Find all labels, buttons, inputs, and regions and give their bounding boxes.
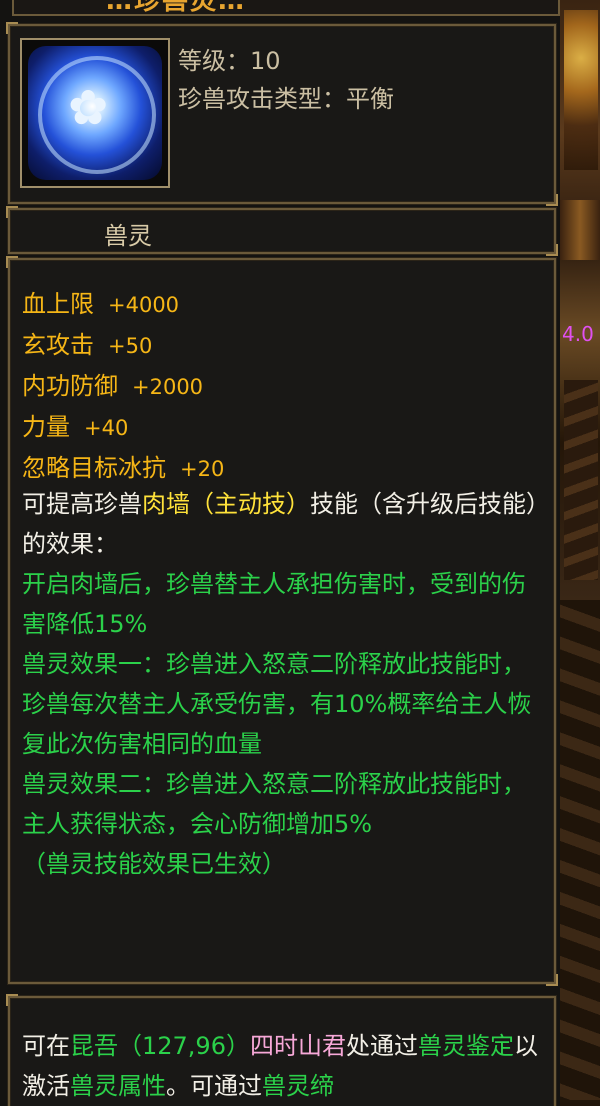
stat-row: 血上限 +4000	[22, 284, 224, 325]
more-link[interactable]: 兽灵缔	[262, 1072, 334, 1100]
stat-list: 血上限 +4000 玄攻击 +50 内功防御 +2000 力量 +40 忽略目标冰抗 +2…	[22, 284, 224, 489]
side-number: 4.0	[562, 322, 594, 346]
activation-text: 可在昆吾（127,96）四时山君处通过兽灵鉴定以激活兽灵属性。可通过兽灵缔	[22, 1026, 550, 1106]
stat-row: 忽略目标冰抗 +20	[22, 448, 224, 489]
effect-one: 兽灵效果一：珍兽进入怒意二阶释放此技能时，珍兽每次替主人承受伤害，有10%概率给…	[22, 650, 532, 758]
hint-text: 处通过	[345, 1032, 418, 1060]
skill-intro-pre: 可提高珍兽	[22, 490, 142, 518]
stat-label: 力量	[22, 413, 70, 441]
level-label: 等级：10	[178, 47, 281, 75]
item-description: 血上限 +4000 玄攻击 +50 内功防御 +2000 力量 +40 忽略目标冰抗 +2…	[6, 256, 558, 986]
hint-text: 。可通过	[166, 1072, 262, 1100]
npc-link[interactable]: 四时山君	[250, 1032, 346, 1060]
stat-label: 血上限	[22, 290, 94, 318]
tooltip-title-strip: …珍兽灵…	[12, 0, 560, 16]
stat-row: 玄攻击 +50	[22, 325, 224, 366]
item-name: 兽灵	[104, 222, 152, 250]
tooltip-screen: 4.0 …珍兽灵… ✿ 等级：10 珍兽攻击类型：平衡 兽灵 血上限 +4000	[0, 0, 600, 1106]
stat-label: 玄攻击	[22, 331, 94, 359]
skill-description: 可提高珍兽肉墙（主动技）技能（含升级后技能）的效果： 开启肉墙后，珍兽替主人承担…	[22, 484, 546, 884]
attribute-link[interactable]: 兽灵属性	[70, 1072, 166, 1100]
item-tooltip-panel: …珍兽灵… ✿ 等级：10 珍兽攻击类型：平衡 兽灵 血上限 +4000 玄攻击 +…	[0, 0, 560, 1106]
background-scenery	[560, 0, 600, 1106]
action-link[interactable]: 兽灵鉴定	[418, 1032, 514, 1060]
item-icon-slot[interactable]: ✿	[20, 38, 170, 188]
item-header: ✿ 等级：10 珍兽攻击类型：平衡	[6, 22, 558, 206]
scenery-floor	[560, 600, 600, 1100]
stat-value: +50	[108, 334, 153, 358]
stat-label: 忽略目标冰抗	[22, 454, 166, 482]
flower-glyph: ✿	[68, 80, 109, 136]
skill-intro: 可提高珍兽肉墙（主动技）技能（含升级后技能）的效果：	[22, 484, 546, 564]
stat-row: 力量 +40	[22, 407, 224, 448]
stat-value: +40	[84, 416, 129, 440]
location-link[interactable]: 昆吾（127,96）	[70, 1032, 250, 1060]
stat-value: +2000	[132, 375, 204, 399]
stat-value: +20	[180, 457, 225, 481]
attack-type-label: 珍兽攻击类型：平衡	[178, 85, 394, 113]
blue-flower-orb-icon: ✿	[28, 46, 162, 180]
item-meta: 等级：10 珍兽攻击类型：平衡	[178, 42, 394, 118]
effect-base: 开启肉墙后，珍兽替主人承担伤害时，受到的伤害降低15%	[22, 570, 526, 638]
skill-name: 肉墙（主动技）	[142, 490, 310, 518]
hint-text: 可在	[22, 1032, 70, 1060]
scenery-wall	[564, 380, 598, 580]
item-name-bar: 兽灵	[6, 206, 558, 256]
tooltip-title: …珍兽灵…	[106, 0, 247, 16]
scenery-beam	[560, 200, 600, 260]
stat-label: 内功防御	[22, 372, 118, 400]
stat-value: +4000	[108, 293, 180, 317]
scenery-lantern	[564, 10, 598, 170]
stat-row: 内功防御 +2000	[22, 366, 224, 407]
effect-active-status: （兽灵技能效果已生效）	[22, 850, 286, 878]
effect-two: 兽灵效果二：珍兽进入怒意二阶释放此技能时，主人获得状态，会心防御增加5%	[22, 770, 526, 838]
activation-hint: 可在昆吾（127,96）四时山君处通过兽灵鉴定以激活兽灵属性。可通过兽灵缔	[6, 994, 556, 1106]
